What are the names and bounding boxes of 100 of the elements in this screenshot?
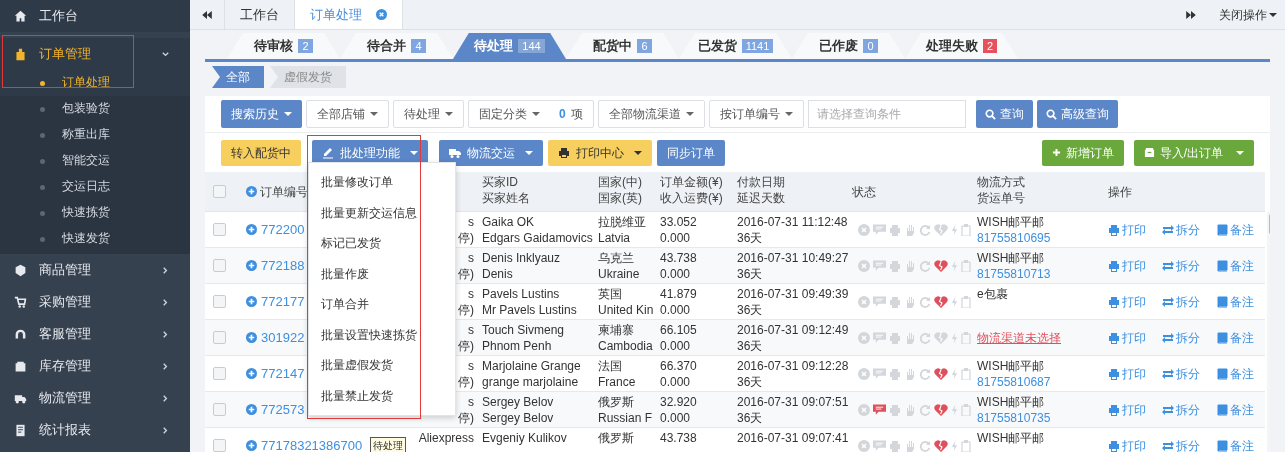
checkbox[interactable] bbox=[213, 259, 226, 272]
sidebar-subitem[interactable]: 订单处理 bbox=[0, 70, 190, 96]
row-action-link[interactable]: 拆分 bbox=[1162, 364, 1200, 383]
row-action-link[interactable]: 打印 bbox=[1108, 220, 1146, 239]
order-number-link[interactable]: 772200 bbox=[261, 219, 305, 240]
order-number-link[interactable]: 301922 bbox=[261, 327, 305, 348]
status-tab[interactable]: 处理失败 2 bbox=[905, 33, 1018, 59]
menu-item[interactable]: 批量虚假发货 bbox=[309, 350, 455, 381]
status-tab[interactable]: 待审核 2 bbox=[227, 33, 340, 59]
plus-circle-icon[interactable] bbox=[246, 368, 257, 379]
sidebar-subitem[interactable]: 快速发货 bbox=[0, 226, 190, 252]
sidebar-item[interactable]: 客服管理 bbox=[0, 318, 190, 350]
status-tab[interactable]: 配货中 6 bbox=[566, 33, 679, 59]
filter-dropdown[interactable]: 全部物流渠道 bbox=[597, 100, 705, 128]
filter-tab[interactable]: 全部 bbox=[212, 66, 264, 88]
order-number-link[interactable]: 772188 bbox=[261, 255, 305, 276]
plus-circle-icon[interactable] bbox=[246, 186, 257, 197]
page-tab[interactable]: 订单处理 bbox=[295, 0, 403, 29]
row-action-link[interactable]: 拆分 bbox=[1162, 328, 1200, 347]
status-tab[interactable]: 已发货 1141 bbox=[679, 33, 792, 59]
channel-warning-link[interactable]: 物流渠道未选择 bbox=[977, 328, 1061, 347]
sidebar-item[interactable]: 采购管理 bbox=[0, 286, 190, 318]
row-action-link[interactable]: 打印 bbox=[1108, 364, 1146, 383]
plus-circle-icon[interactable] bbox=[246, 404, 257, 415]
search-button[interactable]: 查询 bbox=[975, 100, 1033, 128]
action-button[interactable]: 转入配货中 bbox=[221, 139, 301, 166]
row-action-link[interactable]: 打印 bbox=[1108, 400, 1146, 419]
action-button[interactable]: 打印中心 bbox=[548, 139, 652, 166]
checkbox[interactable] bbox=[213, 223, 226, 236]
sidebar-item[interactable]: 商品管理 bbox=[0, 254, 190, 286]
checkbox[interactable] bbox=[213, 439, 226, 452]
row-action-link[interactable]: 备注 bbox=[1216, 328, 1254, 347]
action-button[interactable]: 新增订单 bbox=[1041, 139, 1124, 166]
row-action-link[interactable]: 备注 bbox=[1216, 436, 1254, 452]
row-action-link[interactable]: 备注 bbox=[1216, 364, 1254, 383]
sidebar-item[interactable]: 库存管理 bbox=[0, 350, 190, 382]
plus-circle-icon[interactable] bbox=[246, 440, 257, 451]
status-tab[interactable]: 已作废 0 bbox=[792, 33, 905, 59]
plus-circle-icon[interactable] bbox=[246, 296, 257, 307]
menu-item[interactable]: 批量更新交运信息 bbox=[309, 197, 455, 228]
row-action-link[interactable]: 拆分 bbox=[1162, 400, 1200, 419]
checkbox[interactable] bbox=[213, 295, 226, 308]
row-action-link[interactable]: 备注 bbox=[1216, 400, 1254, 419]
sidebar-subitem[interactable]: 交运日志 bbox=[0, 174, 190, 200]
filter-dropdown[interactable]: 固定分类 0 项 bbox=[468, 100, 594, 128]
action-button[interactable]: 物流交运 bbox=[439, 139, 543, 166]
checkbox[interactable] bbox=[213, 331, 226, 344]
order-number-link[interactable]: 772573 bbox=[261, 399, 305, 420]
checkbox[interactable] bbox=[213, 403, 226, 416]
sidebar-subitem[interactable]: 智能交运 bbox=[0, 148, 190, 174]
filter-dropdown[interactable]: 按订单编号 bbox=[708, 100, 804, 128]
search-history-button[interactable]: 搜索历史 bbox=[221, 100, 302, 128]
menu-item[interactable]: 标记已发货 bbox=[309, 228, 455, 259]
row-action-link[interactable]: 拆分 bbox=[1162, 436, 1200, 452]
sidebar-subitem[interactable]: 称重出库 bbox=[0, 122, 190, 148]
row-action-link[interactable]: 拆分 bbox=[1162, 256, 1200, 275]
row-action-link[interactable]: 拆分 bbox=[1162, 220, 1200, 239]
row-action-link[interactable]: 拆分 bbox=[1162, 292, 1200, 311]
checkbox[interactable] bbox=[213, 367, 226, 380]
close-operations-button[interactable]: 关闭操作 bbox=[1211, 0, 1285, 29]
menu-item[interactable]: 批量设置快速拣货 bbox=[309, 319, 455, 350]
action-button[interactable]: 导入/出订单 bbox=[1133, 139, 1254, 166]
sidebar-subitem[interactable]: 包装验货 bbox=[0, 96, 190, 122]
checkbox[interactable] bbox=[213, 185, 226, 198]
action-button[interactable]: 同步订单 bbox=[657, 139, 725, 166]
row-action-link[interactable]: 备注 bbox=[1216, 292, 1254, 311]
row-action-link[interactable]: 打印 bbox=[1108, 256, 1146, 275]
order-number-link[interactable]: 772177 bbox=[261, 291, 305, 312]
row-action-link[interactable]: 打印 bbox=[1108, 328, 1146, 347]
row-action-link[interactable]: 打印 bbox=[1108, 292, 1146, 311]
filter-dropdown[interactable]: 待处理 bbox=[393, 100, 464, 128]
query-input[interactable]: 请选择查询条件 bbox=[807, 100, 966, 128]
status-tab[interactable]: 待处理 144 bbox=[453, 33, 566, 59]
plus-circle-icon[interactable] bbox=[246, 332, 257, 343]
sidebar-item[interactable]: 工作台 bbox=[0, 0, 190, 32]
row-action-link[interactable]: 备注 bbox=[1216, 220, 1254, 239]
close-icon[interactable] bbox=[376, 9, 387, 20]
plus-circle-icon[interactable] bbox=[246, 260, 257, 271]
tracking-number-link[interactable]: 81755810687 bbox=[977, 374, 1098, 390]
row-action-link[interactable]: 备注 bbox=[1216, 256, 1254, 275]
bag-icon bbox=[14, 47, 27, 61]
menu-item[interactable]: 批量作废 bbox=[309, 258, 455, 289]
tracking-number-link[interactable]: 81755810695 bbox=[977, 230, 1098, 246]
menu-item[interactable]: 批量修改订单 bbox=[309, 167, 455, 198]
sidebar-item[interactable]: 订单管理 bbox=[0, 38, 190, 70]
plus-circle-icon[interactable] bbox=[246, 224, 257, 235]
sidebar-item[interactable]: 统计报表 bbox=[0, 414, 190, 446]
menu-item[interactable]: 批量禁止发货 bbox=[309, 380, 455, 411]
sidebar-subitem[interactable]: 快速拣货 bbox=[0, 200, 190, 226]
order-number-link[interactable]: 77178321386700 bbox=[261, 435, 363, 452]
advanced-search-button[interactable]: 高级查询 bbox=[1036, 100, 1118, 128]
status-tab[interactable]: 待合并 4 bbox=[340, 33, 453, 59]
tracking-number-link[interactable]: 81755810713 bbox=[977, 266, 1098, 282]
row-action-link[interactable]: 打印 bbox=[1108, 436, 1146, 452]
tracking-number-link[interactable]: 81755810735 bbox=[977, 410, 1098, 426]
order-number-link[interactable]: 772147 bbox=[261, 363, 305, 384]
sidebar-item[interactable]: 物流管理 bbox=[0, 382, 190, 414]
filter-tab[interactable]: 虚假发货 bbox=[270, 66, 346, 88]
filter-dropdown[interactable]: 全部店铺 bbox=[306, 100, 389, 128]
menu-item[interactable]: 订单合并 bbox=[309, 289, 455, 320]
